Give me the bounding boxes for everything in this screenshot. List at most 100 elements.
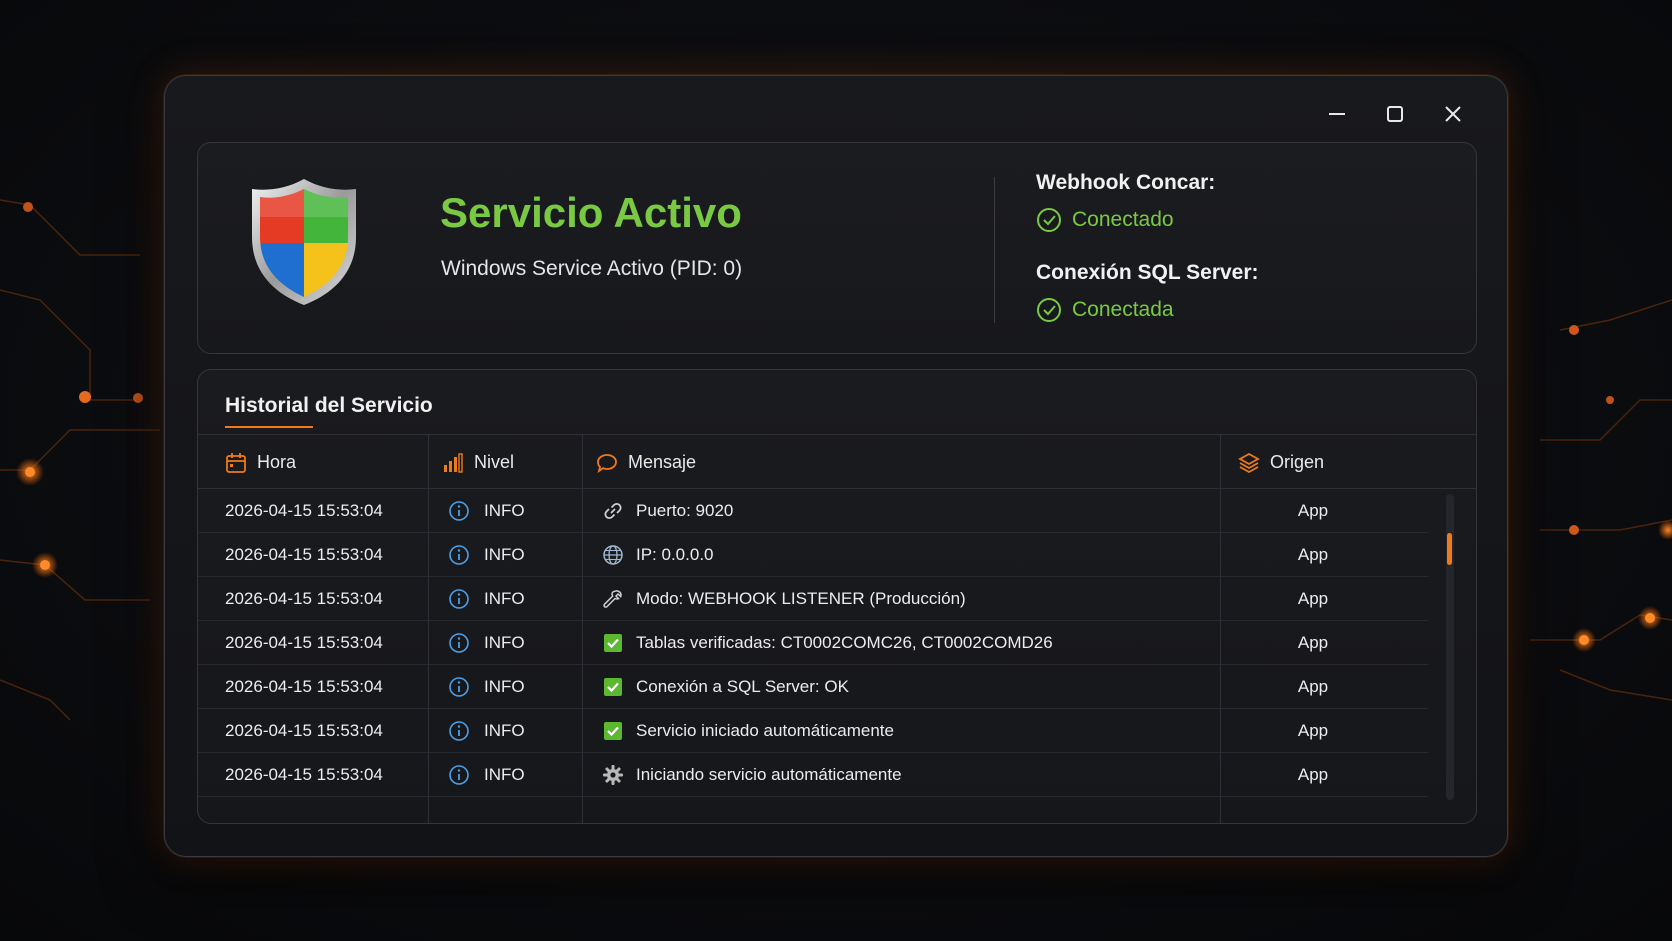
info-icon	[449, 765, 469, 785]
history-title-underline	[225, 426, 313, 428]
row-time: 2026-04-15 15:53:04	[225, 721, 383, 740]
row-level-text: INFO	[484, 501, 525, 520]
row-level-text: INFO	[484, 721, 525, 740]
row-message: Puerto: 9020	[602, 489, 733, 533]
row-message: Servicio iniciado automáticamente	[602, 709, 894, 753]
row-origin: App	[1297, 501, 1329, 520]
wrench-icon	[603, 590, 622, 608]
table-row[interactable]: 2026-04-15 15:53:04 INFO IP: 0.0.0.0 App	[198, 533, 1428, 577]
history-title: Historial del Servicio	[225, 394, 433, 417]
row-origin: App	[1297, 589, 1329, 608]
column-hora-label: Hora	[257, 452, 297, 472]
row-level: INFO	[448, 753, 525, 797]
close-button[interactable]	[1437, 98, 1469, 130]
check-circle-icon	[1037, 208, 1061, 232]
chat-bubble-icon	[597, 453, 617, 473]
webhook-value: Conectado	[1036, 207, 1215, 233]
row-origin: App	[1297, 677, 1329, 696]
status-title: Servicio Activo	[440, 189, 742, 236]
row-origin: App	[1297, 545, 1329, 564]
info-icon	[449, 589, 469, 609]
column-hora[interactable]: Hora	[225, 435, 296, 490]
column-origen[interactable]: Origen	[1238, 435, 1324, 490]
row-message-text: Conexión a SQL Server: OK	[636, 677, 849, 696]
column-mensaje[interactable]: Mensaje	[596, 435, 696, 490]
info-icon	[449, 633, 469, 653]
gear-icon	[603, 765, 623, 785]
row-message-text: Modo: WEBHOOK LISTENER (Producción)	[636, 589, 966, 608]
row-time: 2026-04-15 15:53:04	[225, 501, 383, 520]
table-row[interactable]: 2026-04-15 15:53:04 INFO Tablas verifica…	[198, 621, 1428, 665]
close-icon	[1445, 106, 1461, 122]
row-level-text: INFO	[484, 589, 525, 608]
table-row[interactable]: 2026-04-15 15:53:04 INFO Iniciando servi…	[198, 753, 1428, 797]
row-level: INFO	[448, 577, 525, 621]
minimize-icon	[1329, 113, 1345, 115]
layers-icon	[1238, 452, 1260, 473]
maximize-icon	[1387, 106, 1403, 122]
row-level-text: INFO	[484, 633, 525, 652]
sql-value: Conectada	[1036, 297, 1259, 323]
row-level: INFO	[448, 489, 525, 533]
app-window: Servicio Activo Windows Service Activo (…	[164, 75, 1508, 857]
history-card: Historial del Servicio Hora Nivel Mensaj…	[197, 369, 1477, 824]
scrollbar-thumb[interactable]	[1447, 533, 1452, 565]
row-message-text: IP: 0.0.0.0	[636, 545, 714, 564]
webhook-label: Webhook Concar:	[1036, 171, 1216, 194]
link-icon	[604, 502, 622, 520]
status-card: Servicio Activo Windows Service Activo (…	[197, 142, 1477, 354]
table-row[interactable]: 2026-04-15 15:53:04 INFO Puerto: 9020 Ap…	[198, 489, 1428, 533]
row-message-text: Iniciando servicio automáticamente	[636, 765, 902, 784]
column-nivel[interactable]: Nivel	[442, 435, 514, 490]
sql-label: Conexión SQL Server:	[1036, 261, 1259, 284]
divider	[994, 177, 995, 323]
row-message-text: Servicio iniciado automáticamente	[636, 721, 894, 740]
row-level-text: INFO	[484, 545, 525, 564]
window-controls	[1321, 98, 1469, 130]
history-rows: 2026-04-15 15:53:04 INFO Puerto: 9020 Ap…	[198, 489, 1428, 797]
calendar-icon	[226, 452, 246, 473]
table-row[interactable]: 2026-04-15 15:53:04 INFO Modo: WEBHOOK L…	[198, 577, 1428, 621]
info-icon	[449, 677, 469, 697]
row-level-text: INFO	[484, 677, 525, 696]
row-message: Modo: WEBHOOK LISTENER (Producción)	[602, 577, 966, 621]
maximize-button[interactable]	[1379, 98, 1411, 130]
row-time: 2026-04-15 15:53:04	[225, 765, 383, 784]
row-level: INFO	[448, 665, 525, 709]
table-row[interactable]: 2026-04-15 15:53:04 INFO Servicio inicia…	[198, 709, 1428, 753]
checkbox-icon	[604, 634, 622, 652]
row-time: 2026-04-15 15:53:04	[225, 633, 383, 652]
webhook-status: Webhook Concar: Conectado	[1036, 171, 1215, 233]
table-row[interactable]: 2026-04-15 15:53:04 INFO Conexión a SQL …	[198, 665, 1428, 709]
row-message: Conexión a SQL Server: OK	[602, 665, 849, 709]
row-message-text: Tablas verificadas: CT0002COMC26, CT0002…	[636, 633, 1053, 652]
info-icon	[449, 721, 469, 741]
globe-icon	[603, 545, 623, 565]
bar-chart-icon	[444, 452, 463, 473]
column-origen-label: Origen	[1270, 452, 1325, 472]
row-time: 2026-04-15 15:53:04	[225, 677, 383, 696]
webhook-value-text: Conectado	[1072, 208, 1174, 231]
row-origin: App	[1297, 765, 1329, 784]
checkbox-icon	[604, 678, 622, 696]
row-time: 2026-04-15 15:53:04	[225, 589, 383, 608]
table-header: Hora Nivel Mensaje Origen	[198, 434, 1476, 490]
column-nivel-label: Nivel	[474, 452, 515, 472]
status-subtitle: Windows Service Activo (PID: 0)	[441, 257, 743, 280]
row-time: 2026-04-15 15:53:04	[225, 545, 383, 564]
row-message: IP: 0.0.0.0	[602, 533, 714, 577]
row-message-text: Puerto: 9020	[636, 501, 734, 520]
row-level-text: INFO	[484, 765, 525, 784]
row-origin: App	[1297, 633, 1329, 652]
column-mensaje-label: Mensaje	[628, 452, 697, 472]
shield-icon	[252, 179, 356, 305]
info-icon	[449, 545, 469, 565]
minimize-button[interactable]	[1321, 98, 1353, 130]
check-circle-icon	[1037, 298, 1061, 322]
info-icon	[449, 501, 469, 521]
row-level: INFO	[448, 709, 525, 753]
row-origin: App	[1297, 721, 1329, 740]
row-message: Iniciando servicio automáticamente	[602, 753, 902, 797]
row-message: Tablas verificadas: CT0002COMC26, CT0002…	[602, 621, 1053, 665]
sql-value-text: Conectada	[1072, 298, 1174, 321]
